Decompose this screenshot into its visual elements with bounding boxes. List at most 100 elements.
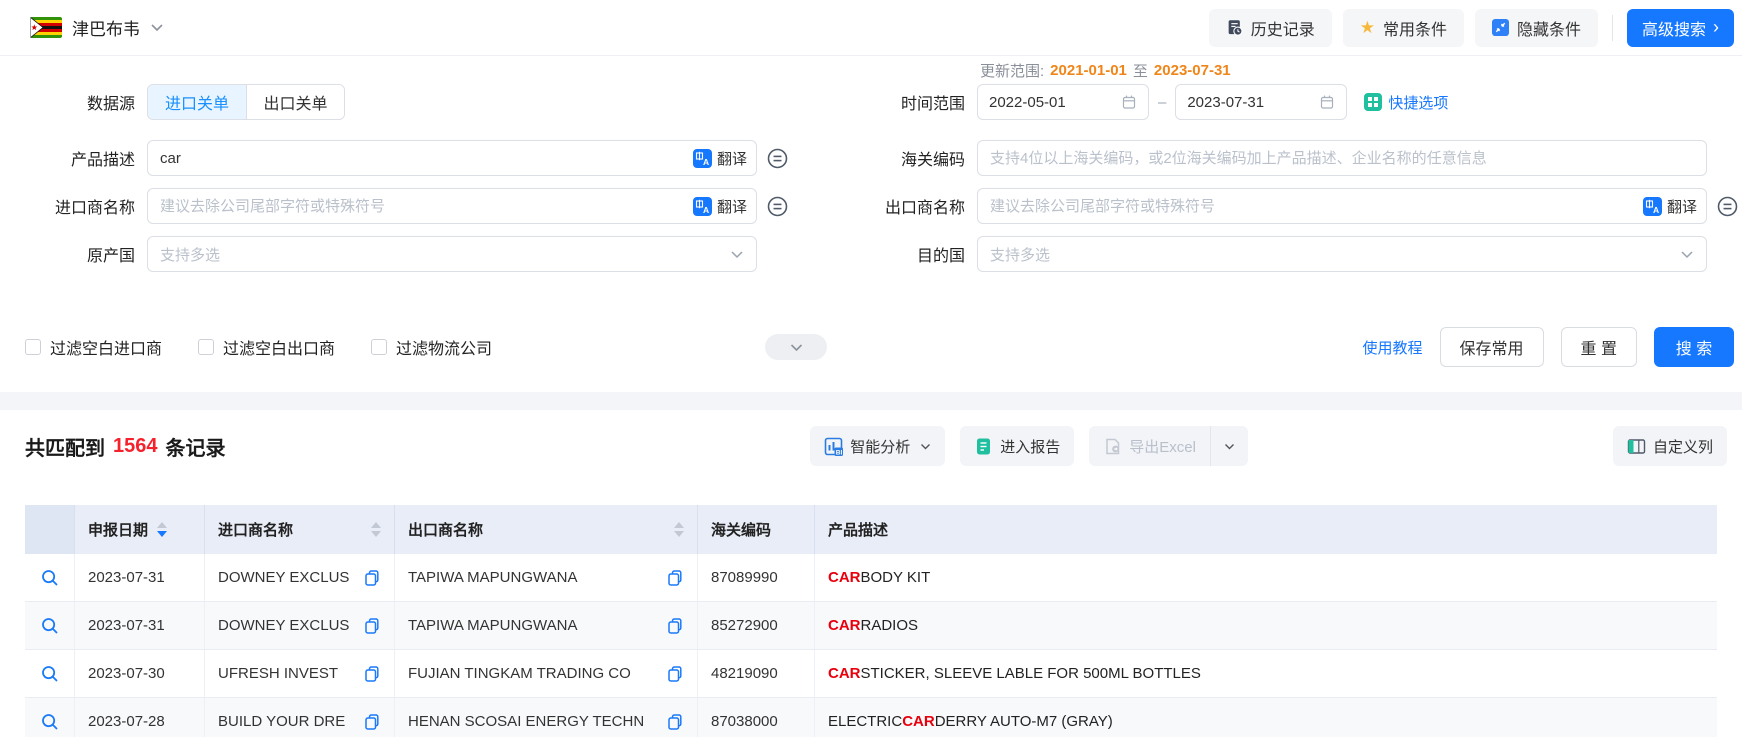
cell-date: 2023-07-31	[75, 554, 205, 601]
checkbox-filter-logistics[interactable]: 过滤物流公司	[371, 335, 492, 359]
custom-columns-button[interactable]: 自定义列	[1613, 426, 1727, 466]
copy-icon[interactable]	[666, 665, 684, 683]
export-excel-button[interactable]: 导出Excel	[1089, 426, 1210, 466]
svg-text:A: A	[1653, 205, 1659, 215]
view-detail-button[interactable]	[40, 616, 60, 636]
svg-text:A: A	[703, 157, 709, 167]
table-row: 2023-07-30 UFRESH INVEST FUJIAN TINGKAM …	[25, 650, 1717, 698]
copy-icon[interactable]	[666, 569, 684, 587]
sort-control-exporter[interactable]	[674, 522, 684, 537]
cell-product-desc: CAR RADIOS	[815, 602, 1717, 649]
importer-input[interactable]	[147, 188, 757, 224]
table-header-exporter[interactable]: 出口商名称	[395, 505, 698, 554]
origin-country-placeholder: 支持多选	[160, 244, 220, 265]
sort-control-date[interactable]	[157, 522, 167, 537]
cell-exporter: TAPIWA MAPUNGWANA	[395, 602, 698, 649]
exclude-filter-icon[interactable]	[766, 147, 789, 170]
checkbox-filter-blank-exporter[interactable]: 过滤空白出口商	[198, 335, 335, 359]
zimbabwe-flag-icon	[30, 17, 62, 38]
translate-button[interactable]: A 翻译	[1643, 188, 1697, 224]
cell-hs-code: 87038000	[698, 698, 815, 737]
tab-export-declarations[interactable]: 出口关单	[246, 85, 344, 119]
save-favorite-button[interactable]: 保存常用	[1440, 327, 1544, 367]
exclude-filter-icon[interactable]	[1716, 195, 1739, 218]
magnifier-icon	[40, 568, 60, 588]
sort-caret-up-icon[interactable]	[371, 522, 381, 528]
table-header-date[interactable]: 申报日期	[75, 505, 205, 554]
copy-icon[interactable]	[363, 713, 381, 731]
sort-caret-down-icon[interactable]	[674, 531, 684, 537]
sort-control-importer[interactable]	[371, 522, 381, 537]
reset-button[interactable]: 重 置	[1561, 327, 1637, 367]
destination-country-select[interactable]: 支持多选	[977, 236, 1707, 272]
smart-analysis-button[interactable]: BI 智能分析	[810, 426, 945, 466]
advanced-search-button[interactable]: 高级搜索 ›	[1627, 9, 1734, 47]
quick-options-icon	[1364, 93, 1382, 111]
checkbox-box[interactable]	[25, 339, 41, 355]
cell-importer: DOWNEY EXCLUS	[205, 602, 395, 649]
exporter-input[interactable]	[977, 188, 1707, 224]
header-label: 进口商名称	[218, 519, 293, 540]
copy-icon[interactable]	[666, 713, 684, 731]
sort-caret-down-icon[interactable]	[157, 531, 167, 537]
export-options-button[interactable]	[1210, 426, 1248, 466]
custom-columns-icon	[1627, 437, 1646, 456]
table-header-importer[interactable]: 进口商名称	[205, 505, 395, 554]
exclude-filter-icon[interactable]	[766, 195, 789, 218]
sort-caret-up-icon[interactable]	[674, 522, 684, 528]
origin-country-select[interactable]: 支持多选	[147, 236, 757, 272]
product-desc-input[interactable]	[147, 140, 757, 176]
date-end-input-box[interactable]	[1175, 84, 1347, 120]
translate-button[interactable]: A 翻译	[693, 140, 747, 176]
country-picker[interactable]: 津巴布韦	[30, 15, 164, 40]
date-start-input-box[interactable]	[977, 84, 1149, 120]
highlighted-keyword: CAR	[828, 617, 861, 634]
date-end-input[interactable]	[1187, 94, 1319, 111]
checkbox-box[interactable]	[371, 339, 387, 355]
cell-hs-code: 87089990	[698, 554, 815, 601]
hide-conditions-label: 隐藏条件	[1517, 16, 1581, 40]
sort-caret-down-icon[interactable]	[371, 531, 381, 537]
chevron-down-icon	[1680, 250, 1694, 259]
results-toolbar: 共匹配到 1564 条记录 BI 智能分析	[25, 426, 1727, 466]
tutorial-link[interactable]: 使用教程	[1363, 337, 1423, 358]
chevron-right-icon: ›	[1713, 18, 1719, 36]
export-excel-split-button: 导出Excel	[1089, 426, 1248, 466]
chevron-down-icon	[1224, 443, 1235, 450]
tab-import-declarations[interactable]: 进口关单	[148, 85, 246, 119]
quick-options-link[interactable]: 快捷选项	[1364, 92, 1448, 113]
destination-country-label: 目的国	[800, 242, 965, 266]
copy-icon[interactable]	[363, 617, 381, 635]
checkbox-box[interactable]	[198, 339, 214, 355]
svg-text:A: A	[703, 205, 709, 215]
table-row: 2023-07-31 DOWNEY EXCLUS TAPIWA MAPUNGWA…	[25, 554, 1717, 602]
svg-text:BI: BI	[836, 449, 843, 456]
search-button[interactable]: 搜 索	[1654, 327, 1734, 367]
header-label: 产品描述	[828, 519, 888, 540]
cell-exporter: HENAN SCOSAI ENERGY TECHN	[395, 698, 698, 737]
hs-code-label: 海关编码	[800, 146, 965, 170]
collapse-panel-button[interactable]	[765, 334, 827, 360]
hs-code-input[interactable]	[977, 140, 1707, 176]
chevron-down-icon	[730, 250, 744, 259]
table-header-row: 申报日期 进口商名称 出口商名称	[25, 505, 1717, 554]
hide-conditions-button[interactable]: 隐藏条件	[1475, 9, 1598, 47]
enter-report-button[interactable]: 进入报告	[960, 426, 1074, 466]
header-label: 出口商名称	[408, 519, 483, 540]
date-start-input[interactable]	[989, 94, 1121, 111]
checkbox-filter-blank-importer[interactable]: 过滤空白进口商	[25, 335, 162, 359]
copy-icon[interactable]	[363, 569, 381, 587]
chevron-down-icon	[920, 443, 931, 450]
sort-caret-up-icon[interactable]	[157, 522, 167, 528]
translate-button[interactable]: A 翻译	[693, 188, 747, 224]
view-detail-button[interactable]	[40, 568, 60, 588]
history-button[interactable]: 历史记录	[1209, 9, 1332, 47]
copy-icon[interactable]	[363, 665, 381, 683]
view-detail-button[interactable]	[40, 664, 60, 684]
view-detail-button[interactable]	[40, 712, 60, 732]
time-range-label: 时间范围	[800, 90, 965, 114]
results-section: 共匹配到 1564 条记录 BI 智能分析	[0, 426, 1742, 737]
favorites-button[interactable]: ★ 常用条件	[1343, 9, 1464, 47]
filter-checkboxes: 过滤空白进口商 过滤空白出口商 过滤物流公司	[25, 335, 492, 359]
copy-icon[interactable]	[666, 617, 684, 635]
